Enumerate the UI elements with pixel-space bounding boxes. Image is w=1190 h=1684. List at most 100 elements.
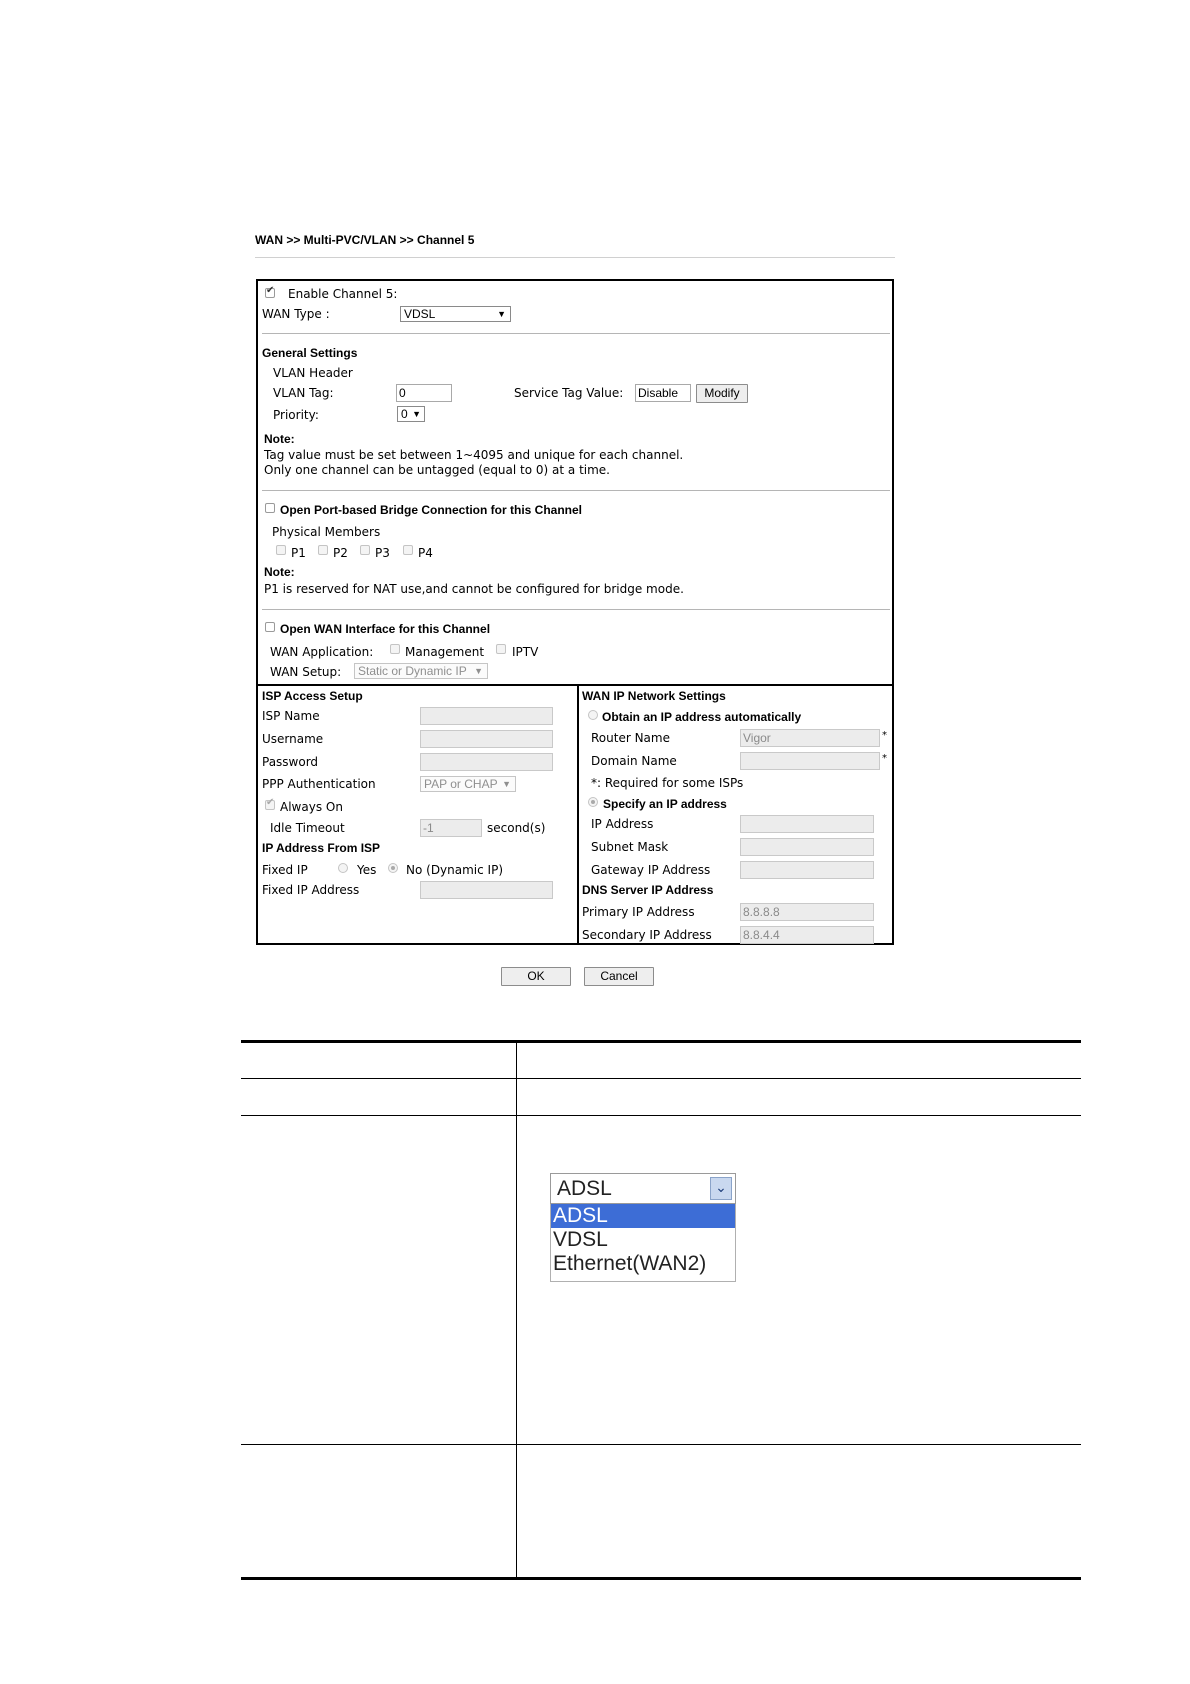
isp-name-input[interactable]	[420, 707, 553, 725]
dropdown-arrow-icon: ▼	[497, 309, 506, 319]
dropdown-example-option: ADSL	[551, 1204, 735, 1228]
fixed-ip-label: Fixed IP	[262, 863, 308, 877]
wanip-title: WAN IP Network Settings	[582, 689, 726, 703]
port-p4-label: P4	[418, 546, 433, 560]
fixed-ip-no-radio[interactable]	[388, 863, 398, 873]
section-divider	[262, 333, 890, 334]
isp-name-label: ISP Name	[262, 709, 320, 723]
breadcrumb-divider	[255, 257, 895, 258]
specify-ip-radio[interactable]	[588, 797, 598, 807]
iptv-label: IPTV	[512, 645, 539, 659]
bridge-note-title: Note:	[264, 565, 295, 579]
router-name-required: *	[882, 730, 887, 741]
dropdown-arrow-icon: ▼	[474, 666, 483, 676]
priority-value: 0	[401, 407, 408, 421]
fixed-ip-yes-radio[interactable]	[338, 863, 348, 873]
bridge-note-text: P1 is reserved for NAT use,and cannot be…	[264, 582, 684, 596]
wan-type-label: WAN Type :	[262, 307, 330, 321]
dropdown-arrow-icon: ▼	[502, 779, 511, 789]
ppp-auth-select[interactable]: PAP or CHAP ▼	[420, 776, 516, 792]
wan-application-label: WAN Application:	[270, 645, 374, 659]
gateway-input[interactable]	[740, 861, 874, 879]
isp-title: ISP Access Setup	[262, 689, 363, 703]
idle-timeout-label: Idle Timeout	[270, 821, 345, 835]
priority-label: Priority:	[273, 408, 319, 422]
router-name-input[interactable]: Vigor	[740, 729, 880, 747]
domain-name-input[interactable]	[740, 752, 880, 770]
wan-interface-checkbox[interactable]	[265, 622, 275, 632]
fixed-ip-yes-label: Yes	[357, 863, 377, 877]
table-bottom-border	[241, 1577, 1081, 1580]
table-column-divider	[516, 1040, 517, 1580]
cancel-button[interactable]: Cancel	[584, 967, 654, 986]
username-input[interactable]	[420, 730, 553, 748]
port-p3-checkbox[interactable]	[360, 545, 370, 555]
wan-type-dropdown-example: ADSL ⌄ ADSL VDSL Ethernet(WAN2)	[550, 1173, 736, 1285]
domain-name-label: Domain Name	[591, 754, 677, 768]
port-p2-label: P2	[333, 546, 348, 560]
fixed-ip-address-label: Fixed IP Address	[262, 883, 360, 897]
port-p4-checkbox[interactable]	[403, 545, 413, 555]
general-note-line2: Only one channel can be untagged (equal …	[264, 463, 610, 477]
ok-button[interactable]: OK	[501, 967, 571, 986]
enable-channel-checkbox[interactable]	[265, 285, 275, 298]
service-tag-input[interactable]: Disable	[635, 384, 691, 402]
ip-from-isp-title: IP Address From ISP	[262, 841, 381, 855]
primary-dns-input[interactable]: 8.8.8.8	[740, 903, 874, 921]
breadcrumb: WAN >> Multi-PVC/VLAN >> Channel 5	[255, 233, 475, 247]
seconds-label: second(s)	[487, 821, 546, 835]
secondary-dns-label: Secondary IP Address	[582, 928, 712, 942]
dropdown-example-option: Ethernet(WAN2)	[553, 1252, 707, 1275]
always-on-checkbox[interactable]	[265, 797, 275, 810]
fixed-ip-no-label: No (Dynamic IP)	[406, 863, 504, 877]
priority-select[interactable]: 0 ▼	[397, 406, 425, 422]
router-name-label: Router Name	[591, 731, 670, 745]
domain-name-required: *	[882, 753, 887, 764]
service-tag-label: Service Tag Value:	[514, 386, 624, 400]
modify-button[interactable]: Modify	[696, 384, 748, 403]
primary-dns-label: Primary IP Address	[582, 905, 695, 919]
general-settings-title: General Settings	[262, 346, 358, 360]
chevron-down-icon: ⌄	[710, 1177, 732, 1200]
always-on-label: Always On	[280, 800, 343, 814]
dropdown-example-select: ADSL ⌄	[550, 1173, 736, 1204]
obtain-auto-label: Obtain an IP address automatically	[602, 710, 802, 724]
vlan-tag-label: VLAN Tag:	[273, 386, 334, 400]
section-divider	[262, 490, 890, 491]
dropdown-example-list: ADSL VDSL Ethernet(WAN2)	[550, 1204, 736, 1282]
bridge-checkbox[interactable]	[265, 503, 275, 513]
port-p2-checkbox[interactable]	[318, 545, 328, 555]
port-p3-label: P3	[375, 546, 390, 560]
password-label: Password	[262, 755, 319, 769]
management-checkbox[interactable]	[390, 644, 400, 654]
table-top-border	[241, 1040, 1081, 1043]
specify-ip-label: Specify an IP address	[603, 797, 727, 811]
table-row-divider	[241, 1078, 1081, 1079]
wan-interface-title: Open WAN Interface for this Channel	[280, 622, 491, 636]
wan-type-select[interactable]: VDSL ▼	[400, 306, 511, 322]
port-p1-label: P1	[291, 546, 306, 560]
port-p1-checkbox[interactable]	[276, 545, 286, 555]
password-input[interactable]	[420, 753, 553, 771]
enable-channel-label: Enable Channel 5:	[288, 287, 398, 301]
ppp-auth-value: PAP or CHAP	[424, 777, 498, 791]
ppp-auth-label: PPP Authentication	[262, 777, 376, 791]
subnet-mask-label: Subnet Mask	[591, 840, 669, 854]
subnet-mask-input[interactable]	[740, 838, 874, 856]
vlan-tag-input[interactable]: 0	[396, 384, 452, 402]
dropdown-arrow-icon: ▼	[412, 409, 421, 419]
vlan-header-label: VLAN Header	[273, 366, 353, 380]
wan-setup-select[interactable]: Static or Dynamic IP ▼	[354, 663, 488, 679]
dns-title: DNS Server IP Address	[582, 883, 714, 897]
idle-timeout-input[interactable]: -1	[420, 819, 482, 837]
obtain-auto-radio[interactable]	[588, 710, 598, 720]
wan-type-value: VDSL	[404, 307, 436, 321]
iptv-checkbox[interactable]	[496, 644, 506, 654]
wan-setup-value: Static or Dynamic IP	[358, 664, 467, 678]
section-divider	[262, 609, 890, 610]
dropdown-example-option: VDSL	[553, 1228, 608, 1251]
physical-members-label: Physical Members	[272, 525, 381, 539]
fixed-ip-address-input[interactable]	[420, 881, 553, 899]
secondary-dns-input[interactable]: 8.8.4.4	[740, 926, 874, 944]
ip-address-input[interactable]	[740, 815, 874, 833]
